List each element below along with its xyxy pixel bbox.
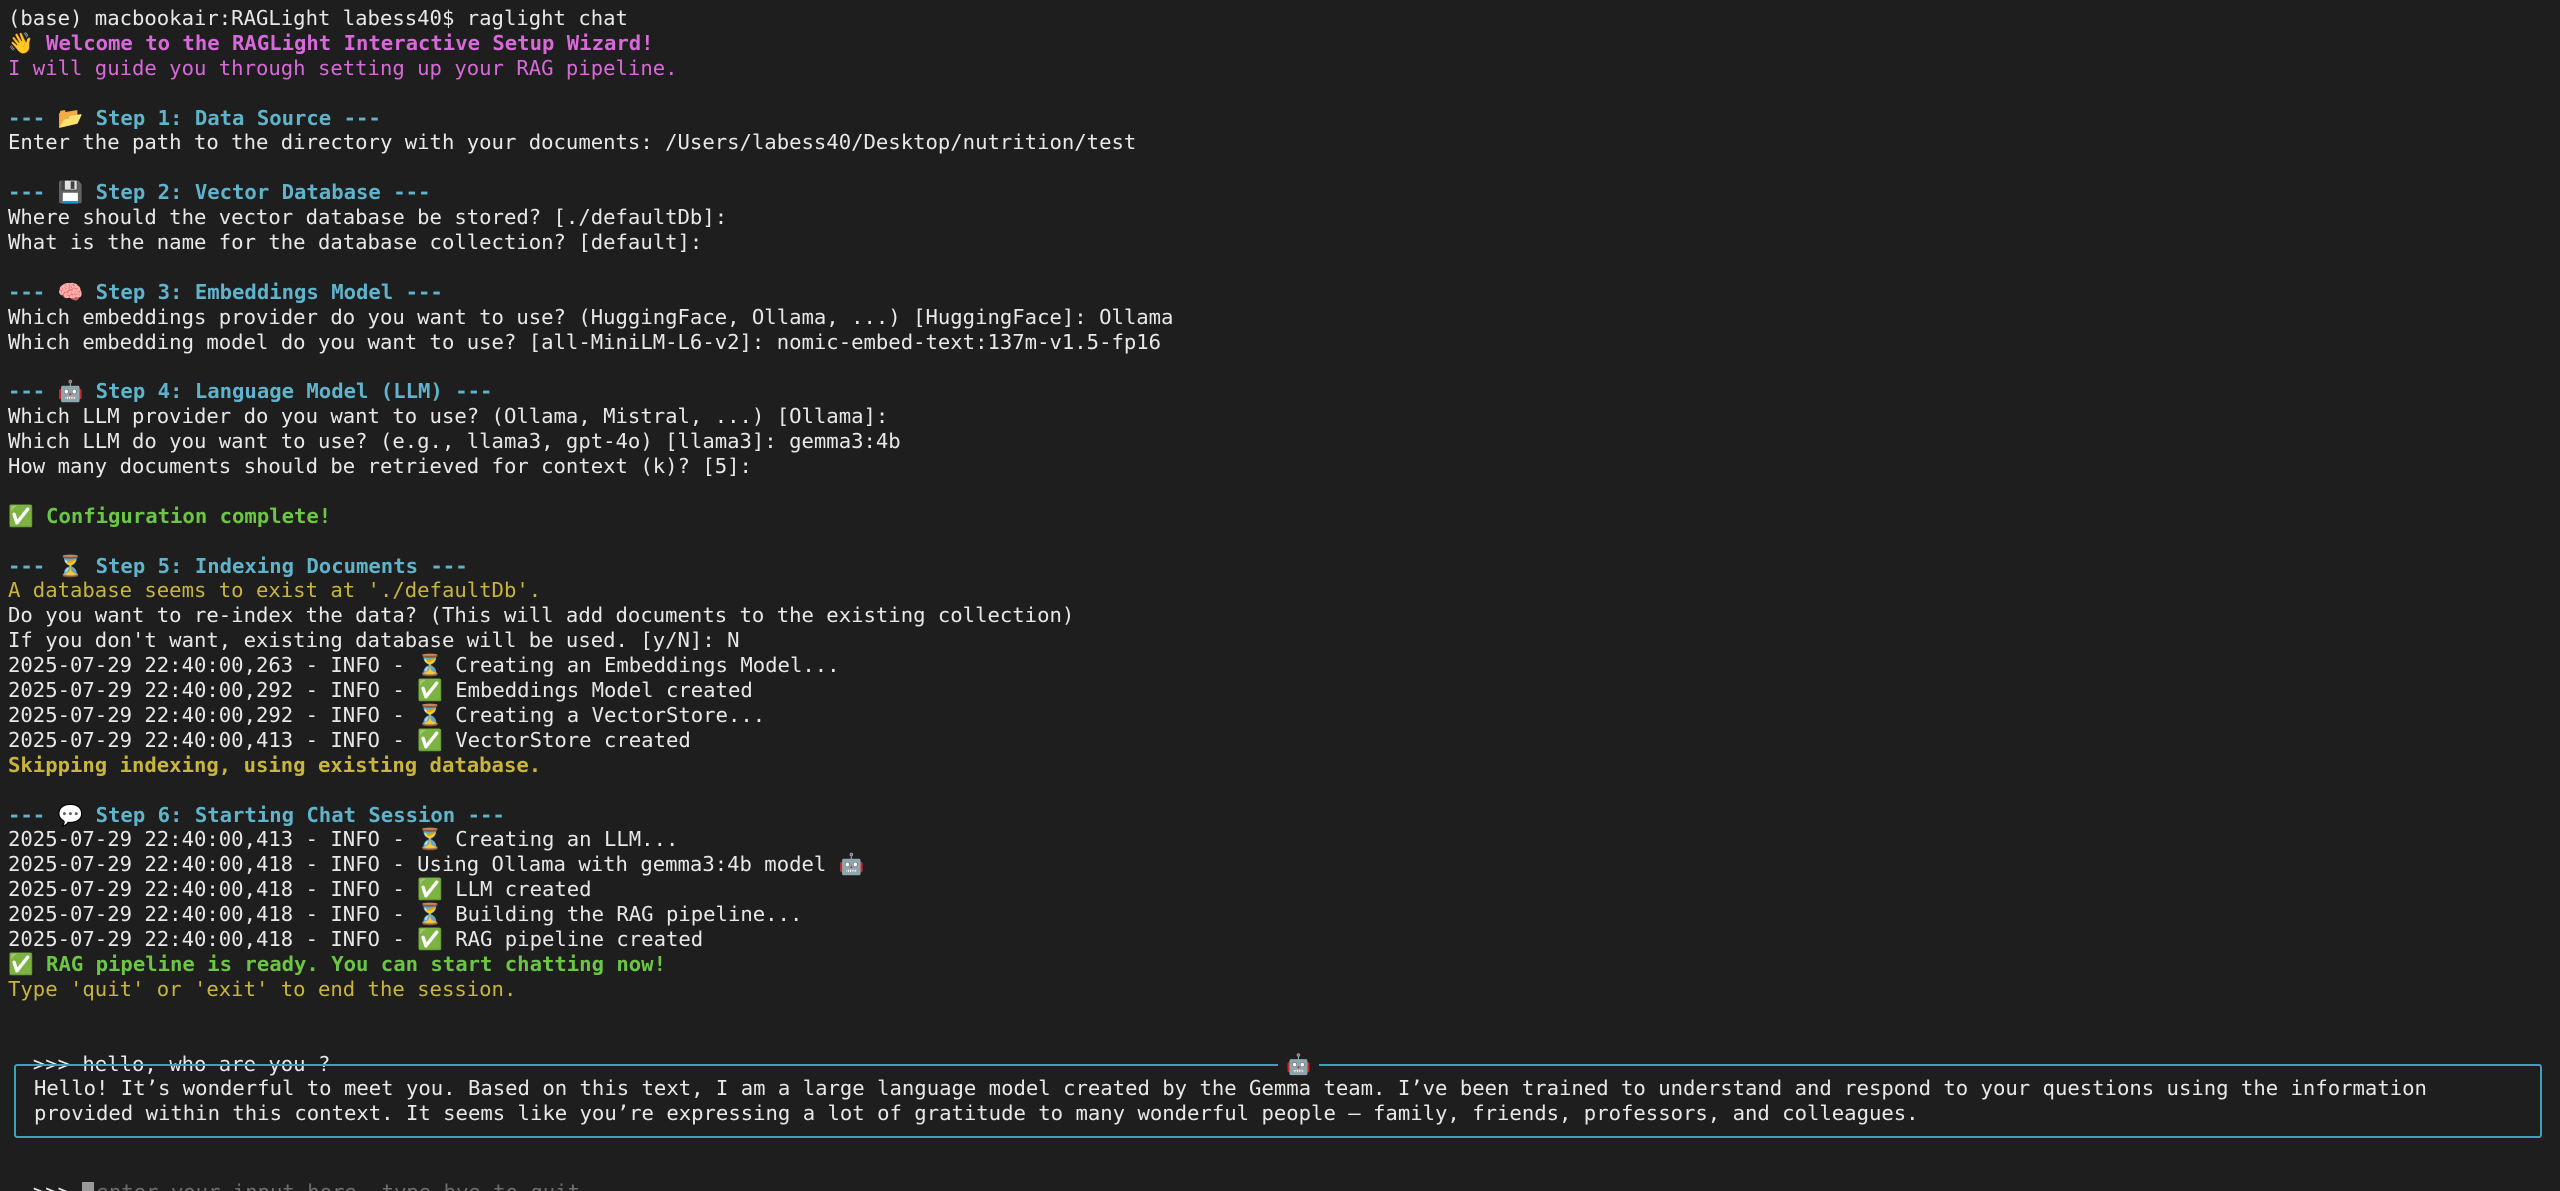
existing-db-prompt: If you don't want, existing database wil…: [8, 628, 740, 653]
db-location-prompt: Where should the vector database be stor…: [8, 205, 728, 230]
log-line: 2025-07-29 22:40:00,418 - INFO - ✅ LLM c…: [8, 877, 592, 902]
chat-input-row[interactable]: >>> enter your input here, type bye to q…: [8, 1150, 580, 1191]
log-line: 2025-07-29 22:40:00,292 - INFO - ⏳ Creat…: [8, 702, 766, 727]
embeddings-model-prompt: Which embedding model do you want to use…: [8, 329, 1162, 354]
llm-provider-prompt: Which LLM provider do you want to use? (…: [8, 404, 889, 429]
step5-header: --- ⏳ Step 5: Indexing Documents ---: [8, 553, 468, 578]
quit-hint: Type 'quit' or 'exit' to end the session…: [8, 976, 517, 1001]
skipping-indexing-message: Skipping indexing, using existing databa…: [8, 752, 542, 777]
step4-header: --- 🤖 Step 4: Language Model (LLM) ---: [8, 379, 493, 404]
log-line: 2025-07-29 22:40:00,263 - INFO - ⏳ Creat…: [8, 653, 840, 678]
log-line: 2025-07-29 22:40:00,418 - INFO - ✅ RAG p…: [8, 926, 704, 951]
config-complete-message: ✅ Configuration complete!: [8, 503, 332, 528]
robot-icon: 🤖: [1278, 1052, 1319, 1076]
user-chat-message: >>> hello, who are you ?: [0, 1027, 2560, 1076]
guide-message: I will guide you through setting up your…: [8, 55, 678, 80]
db-collection-prompt: What is the name for the database collec…: [8, 230, 703, 255]
db-exists-warning: A database seems to exist at './defaultD…: [8, 578, 542, 603]
text-cursor: [82, 1182, 95, 1191]
chat-input[interactable]: enter your input here, type bye to quit: [96, 1180, 580, 1191]
welcome-message: 👋 Welcome to the RAGLight Interactive Se…: [8, 30, 654, 55]
log-line: 2025-07-29 22:40:00,418 - INFO - Using O…: [8, 852, 865, 877]
step1-header: --- 📂 Step 1: Data Source ---: [8, 105, 381, 130]
reindex-prompt: Do you want to re-index the data? (This …: [8, 603, 1075, 628]
data-source-path-prompt: Enter the path to the directory with you…: [8, 130, 1137, 155]
input-prompt-marker: >>>: [33, 1180, 83, 1191]
log-line: 2025-07-29 22:40:00,292 - INFO - ✅ Embed…: [8, 678, 753, 703]
retrieval-k-prompt: How many documents should be retrieved f…: [8, 454, 752, 479]
pipeline-ready-message: ✅ RAG pipeline is ready. You can start c…: [8, 951, 666, 976]
assistant-response-panel: 🤖 Hello! It’s wonderful to meet you. Bas…: [14, 1052, 2542, 1138]
log-line: 2025-07-29 22:40:00,413 - INFO - ⏳ Creat…: [8, 827, 679, 852]
shell-prompt-line: (base) macbookair:RAGLight labess40$ rag…: [8, 6, 628, 30]
step2-header: --- 💾 Step 2: Vector Database ---: [8, 180, 431, 205]
embeddings-provider-prompt: Which embeddings provider do you want to…: [8, 304, 1174, 329]
step3-header: --- 🧠 Step 3: Embeddings Model ---: [8, 279, 443, 304]
log-line: 2025-07-29 22:40:00,413 - INFO - ✅ Vecto…: [8, 727, 691, 752]
log-line: 2025-07-29 22:40:00,418 - INFO - ⏳ Build…: [8, 902, 803, 927]
terminal-window[interactable]: (base) macbookair:RAGLight labess40$ rag…: [0, 0, 2560, 1191]
llm-model-prompt: Which LLM do you want to use? (e.g., lla…: [8, 429, 901, 454]
assistant-response-text: Hello! It’s wonderful to meet you. Based…: [34, 1076, 2427, 1125]
step6-header: --- 💬 Step 6: Starting Chat Session ---: [8, 802, 505, 827]
